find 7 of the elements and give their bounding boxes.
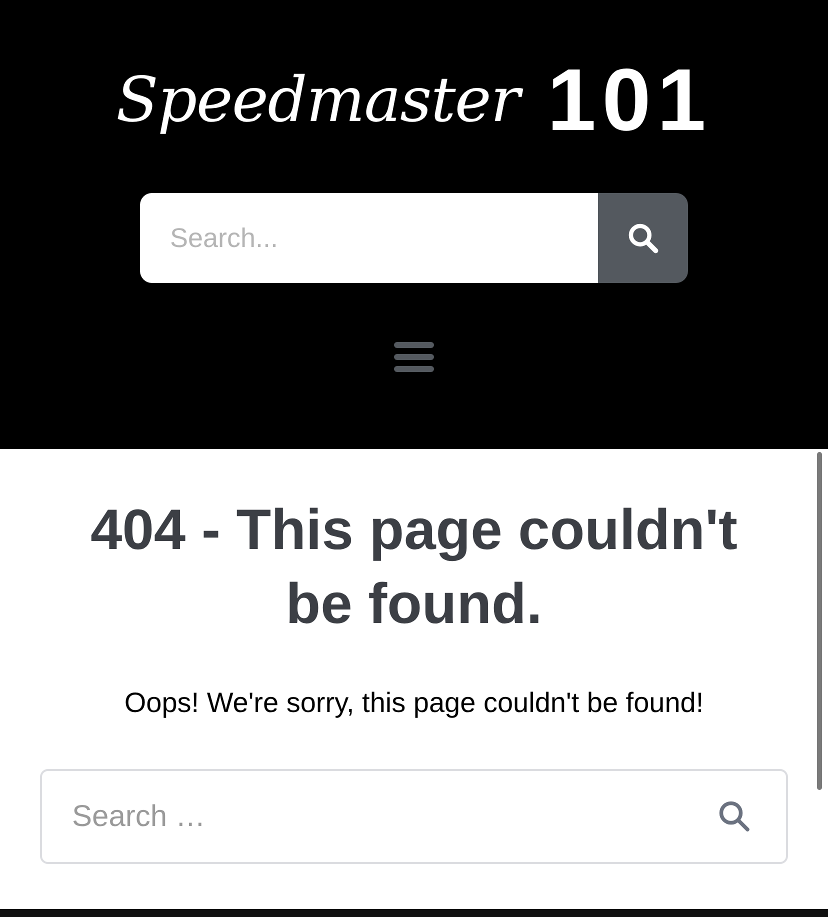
error-message: Oops! We're sorry, this page couldn't be found! bbox=[124, 686, 704, 720]
page-title: 404 - This page couldn't be found. bbox=[90, 497, 738, 638]
logo-number: 101 bbox=[547, 56, 712, 144]
search-icon bbox=[626, 221, 660, 255]
search-field[interactable]: Search … bbox=[40, 769, 788, 864]
search-field[interactable]: Search... bbox=[140, 193, 598, 283]
search-button[interactable] bbox=[598, 193, 688, 283]
